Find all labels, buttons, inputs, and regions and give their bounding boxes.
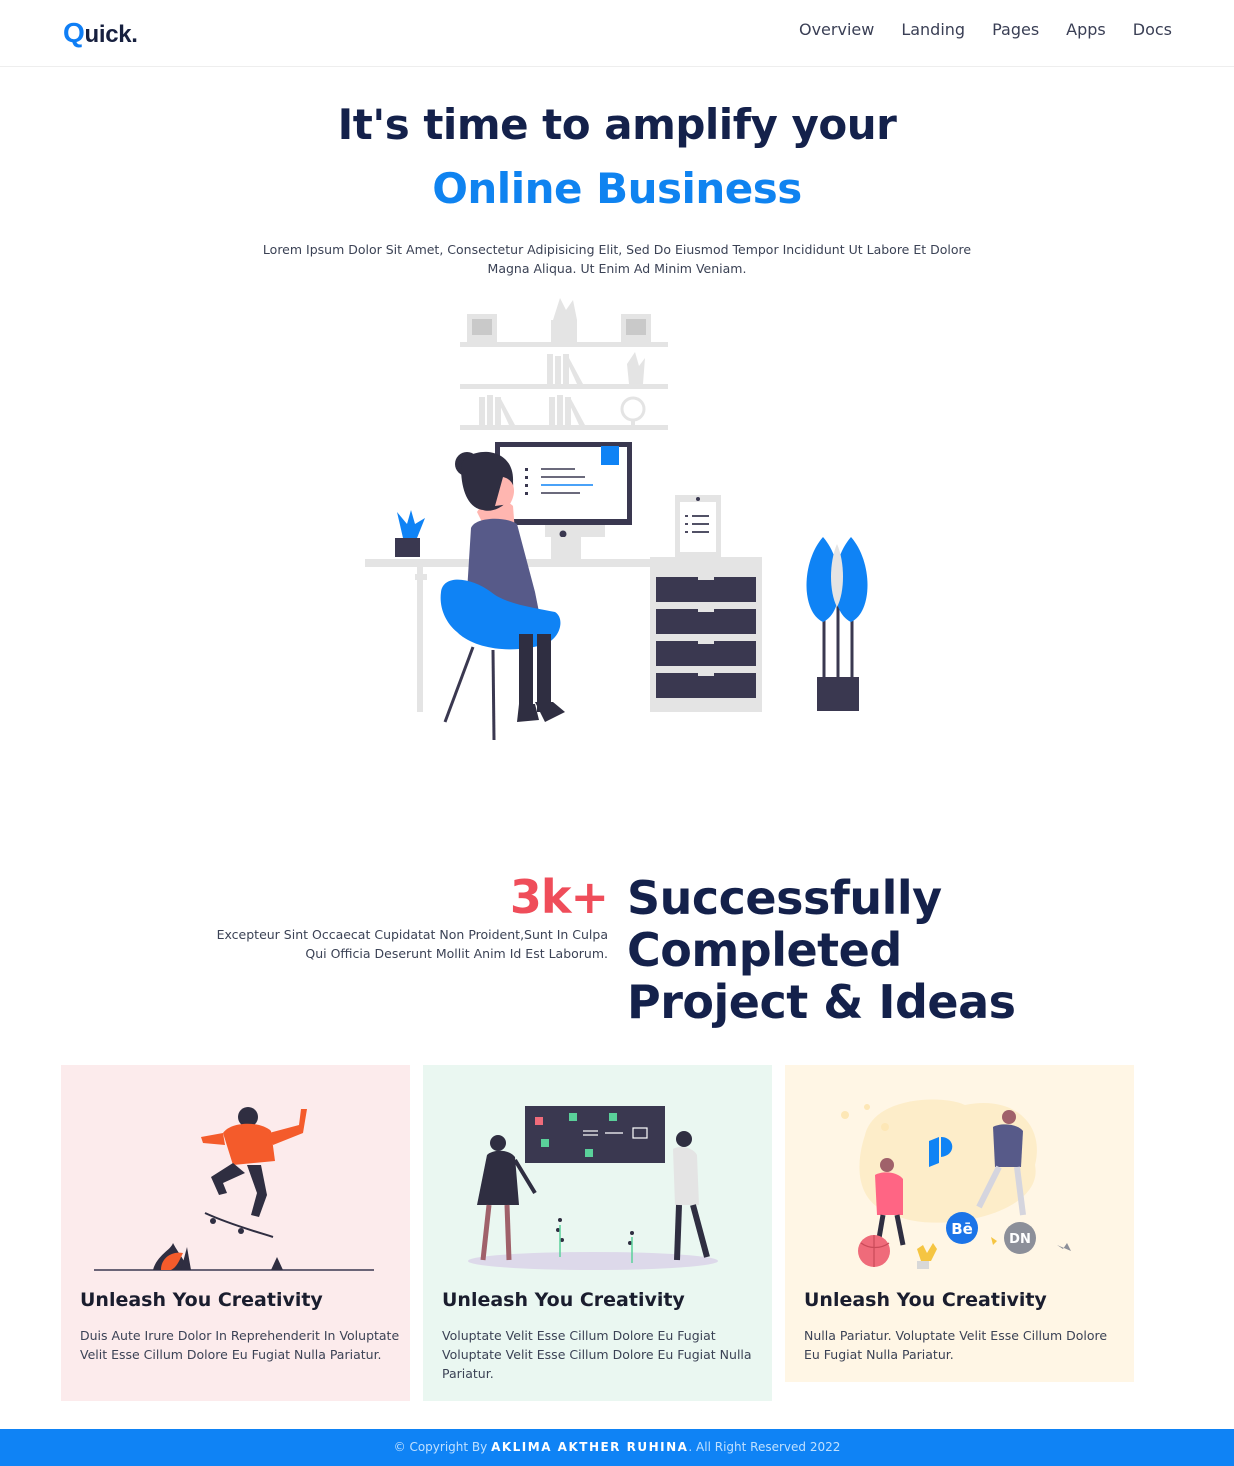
copyright-prefix: © Copyright By	[393, 1440, 488, 1454]
card-text: Voluptate Velit Esse Cillum Dolore Eu Fu…	[442, 1328, 752, 1381]
nav-overview[interactable]: Overview	[799, 20, 874, 39]
workspace-illustration	[365, 298, 868, 741]
logo-mark: Q	[63, 17, 85, 48]
nav-apps[interactable]: Apps	[1066, 20, 1106, 39]
feature-card-3[interactable]: Bē DN Unleash You Creativity Nulla Paria…	[785, 1065, 1134, 1382]
main-nav: Overview Landing Pages Apps Docs	[799, 20, 1172, 39]
card-title: Unleash You Creativity	[442, 1289, 685, 1311]
nav-docs[interactable]: Docs	[1133, 20, 1172, 39]
site-footer: © Copyright By AKLIMA AKTHER RUHINA. All…	[0, 1429, 1234, 1466]
hero-title: It's time to amplify your	[337, 100, 897, 149]
copyright-suffix: . All Right Reserved 2022	[688, 1440, 841, 1454]
card-title: Unleash You Creativity	[804, 1289, 1047, 1311]
nav-landing[interactable]: Landing	[901, 20, 965, 39]
hero-description: Lorem Ipsum Dolor Sit Amet, Consectetur …	[262, 242, 972, 276]
stats-description: Excepteur Sint Occaecat Cupidatat Non Pr…	[216, 927, 608, 961]
stats-title: Successfully Completed Project & Ideas	[627, 871, 1016, 1029]
feature-card-2[interactable]: Unleash You Creativity Voluptate Velit E…	[423, 1065, 772, 1401]
card-text: Nulla Pariatur. Voluptate Velit Esse Cil…	[804, 1328, 1108, 1362]
copyright-author[interactable]: AKLIMA AKTHER RUHINA	[491, 1440, 688, 1454]
behance-icon: Bē	[951, 1220, 973, 1238]
social-network-illustration: Bē DN	[841, 1099, 1071, 1269]
hero-title-highlight: Online Business	[432, 164, 802, 213]
logo[interactable]: Quick.	[63, 17, 138, 49]
presentation-illustration	[468, 1106, 718, 1270]
designer-news-icon: DN	[1009, 1232, 1031, 1247]
card-text: Duis Aute Irure Dolor In Reprehenderit I…	[80, 1328, 400, 1362]
feature-card-1[interactable]: Unleash You Creativity Duis Aute Irure D…	[61, 1065, 410, 1401]
stats-number: 3k+	[509, 870, 609, 924]
nav-pages[interactable]: Pages	[992, 20, 1039, 39]
site-header: Quick. Overview Landing Pages Apps Docs	[0, 0, 1234, 67]
logo-text: uick.	[84, 21, 138, 48]
card-title: Unleash You Creativity	[80, 1289, 323, 1311]
skateboarder-illustration	[94, 1107, 374, 1271]
